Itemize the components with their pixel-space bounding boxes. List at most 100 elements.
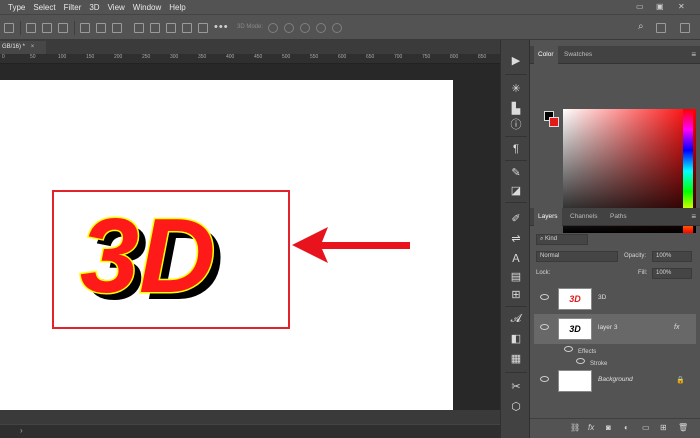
filter-kind-label: Kind — [545, 236, 558, 242]
adjustments-icon[interactable]: ✳ — [509, 82, 523, 96]
fx-icon[interactable]: fx — [674, 324, 679, 331]
menu-window[interactable]: Window — [133, 3, 161, 12]
tab-color[interactable]: Color — [534, 46, 558, 64]
new-layer-icon[interactable]: ⊞ — [660, 423, 667, 432]
character-icon[interactable]: Ａ — [509, 252, 523, 266]
ruler-tick-label: 800 — [450, 54, 459, 60]
tool-separator — [505, 136, 527, 137]
layer-row[interactable]: 3D 3D — [534, 284, 696, 314]
path-tool-icon[interactable]: ✂ — [509, 380, 523, 394]
blend-mode-select[interactable]: Normal — [536, 251, 618, 262]
3d-mode-label: 3D Mode: — [237, 24, 264, 30]
libraries-icon[interactable]: ⊞ — [509, 288, 523, 302]
tool-presets-icon[interactable]: ⇌ — [509, 232, 523, 246]
fill-value: 100% — [656, 270, 672, 276]
adjustment-layer-icon[interactable]: ◐ — [624, 423, 629, 432]
options-bar: ••• 3D Mode: ⌕ — [0, 14, 700, 40]
more-options-icon[interactable]: ••• — [214, 21, 229, 33]
3d-pan-icon[interactable] — [300, 23, 310, 33]
paragraph-styles-icon[interactable]: ◪ — [509, 184, 523, 198]
align-hright-icon[interactable] — [112, 23, 122, 33]
3d-orbit-icon[interactable] — [268, 23, 278, 33]
distribute-right-icon[interactable] — [198, 23, 208, 33]
panel-menu-icon[interactable]: ≡ — [691, 50, 696, 59]
tab-paths[interactable]: Paths — [606, 208, 631, 226]
tab-channels[interactable]: Channels — [566, 208, 601, 226]
blend-mode-value: Normal — [540, 253, 560, 259]
add-mask-icon[interactable]: ◙ — [606, 423, 611, 432]
search-icon[interactable]: ⌕ — [638, 21, 644, 32]
menu-type[interactable]: Type — [8, 3, 25, 12]
tab-close-icon[interactable]: × — [31, 44, 35, 50]
layer-row[interactable]: Background 🔒 — [534, 366, 696, 396]
character-styles-icon[interactable]: ✎ — [509, 166, 523, 180]
fill-label: Fill: — [638, 270, 648, 276]
ruler-tick-label: 500 — [282, 54, 291, 60]
3d-cube-icon[interactable]: ⬡ — [509, 400, 523, 414]
align-bottom-icon[interactable] — [58, 23, 68, 33]
info-icon[interactable]: ⓘ — [509, 118, 523, 132]
distribute-left-icon[interactable] — [182, 23, 192, 33]
tool-separator — [505, 372, 527, 373]
menu-bar: Type Select Filter 3D View Window Help ▭… — [0, 0, 700, 14]
menu-view[interactable]: View — [108, 3, 125, 12]
close-window-icon[interactable]: ✕ — [678, 2, 685, 11]
distribute-bottom-icon[interactable] — [166, 23, 176, 33]
3d-roll-icon[interactable] — [284, 23, 294, 33]
align-left-icon[interactable] — [4, 23, 14, 33]
menu-select[interactable]: Select — [33, 3, 55, 12]
group-icon[interactable]: ▭ — [642, 423, 650, 432]
layer-filter-select[interactable]: ⌕ Kind — [536, 234, 588, 245]
horizontal-scrollbar[interactable] — [0, 410, 500, 424]
document-tab[interactable]: GB/16) * × — [0, 41, 46, 54]
eye-icon[interactable] — [564, 346, 573, 352]
effects-row[interactable]: Effects — [564, 346, 596, 355]
brush-settings-icon[interactable]: ✐ — [509, 212, 523, 226]
align-top-icon[interactable] — [26, 23, 36, 33]
eye-icon[interactable] — [540, 324, 549, 330]
eye-icon[interactable] — [540, 294, 549, 300]
tool-separator — [505, 74, 527, 75]
properties-icon[interactable]: ◧ — [509, 332, 523, 346]
align-hcenter-icon[interactable] — [96, 23, 106, 33]
panel-menu-icon[interactable]: ≡ — [691, 212, 696, 221]
tab-swatches[interactable]: Swatches — [560, 46, 596, 64]
background-color-swatch[interactable] — [549, 117, 559, 127]
document-tab-label: GB/16) * — [2, 44, 26, 50]
document-tab-bar: GB/16) * × — [0, 40, 500, 54]
tool-separator — [505, 306, 527, 307]
histogram-icon[interactable]: ▙ — [509, 102, 523, 116]
distribute-top-icon[interactable] — [134, 23, 144, 33]
panel-tool-strip: ▶ ✳ ▙ ⓘ ¶ ✎ ◪ ✐ ⇌ Ａ ▤ ⊞ 𝓐 ◧ ▦ ✂ ⬡ — [500, 40, 530, 438]
paragraph-icon[interactable]: ¶ — [509, 142, 523, 156]
play-icon[interactable]: ▶ — [509, 54, 523, 68]
notes-icon[interactable]: ▦ — [509, 352, 523, 366]
status-chevron-icon[interactable]: › — [20, 426, 23, 435]
align-middle-icon[interactable] — [42, 23, 52, 33]
menu-filter[interactable]: Filter — [64, 3, 82, 12]
link-layers-icon[interactable]: ⛓ — [570, 423, 580, 432]
options-separator — [20, 21, 21, 35]
tab-layers[interactable]: Layers — [534, 208, 562, 226]
eye-icon[interactable] — [576, 358, 585, 364]
align-hleft-icon[interactable] — [80, 23, 90, 33]
add-fx-icon[interactable]: fx — [588, 423, 594, 432]
menu-3d[interactable]: 3D — [89, 3, 99, 12]
restore-icon[interactable]: ▣ — [656, 2, 664, 11]
trash-icon[interactable]: 🗑 — [678, 423, 688, 432]
3d-slide-icon[interactable] — [316, 23, 326, 33]
opacity-label: Opacity: — [624, 253, 647, 259]
glyphs-icon[interactable]: ▤ — [509, 270, 523, 284]
menu-help[interactable]: Help — [169, 3, 185, 12]
opacity-field[interactable]: 100% — [652, 251, 692, 262]
ruler-tick-label: 350 — [198, 54, 207, 60]
3d-scale-icon[interactable] — [332, 23, 342, 33]
distribute-middle-icon[interactable] — [150, 23, 160, 33]
fill-field[interactable]: 100% — [652, 268, 692, 279]
layer-row[interactable]: 3D layer 3 fx — [534, 314, 696, 344]
workspace-icon[interactable] — [656, 23, 666, 33]
minimize-icon[interactable]: ▭ — [636, 2, 644, 11]
eye-icon[interactable] — [540, 376, 549, 382]
share-icon[interactable] — [680, 23, 690, 33]
3d-panel-icon[interactable]: 𝓐 — [509, 312, 523, 326]
